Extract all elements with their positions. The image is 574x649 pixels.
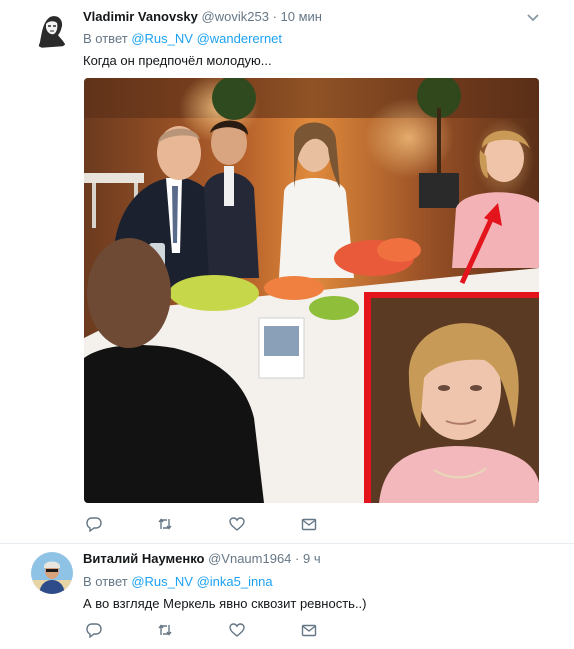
timestamp[interactable]: 10 мин — [281, 9, 322, 24]
reply-icon[interactable] — [86, 516, 102, 532]
reply-context: В ответ @Rus_NV @wanderernet — [83, 31, 282, 46]
reply-prefix: В ответ — [83, 31, 128, 46]
portrait-sketch-avatar-icon — [30, 8, 72, 50]
tweet-header: Виталий Науменко @Vnaum1964 · 9 ч — [83, 551, 321, 566]
separator: · — [295, 551, 300, 566]
separator: · — [272, 9, 277, 24]
photo-avatar-icon — [31, 552, 73, 594]
tweet-2: Виталий Науменко @Vnaum1964 · 9 ч В отве… — [0, 543, 574, 649]
user-handle[interactable]: @wovik253 — [202, 9, 269, 24]
tweet-text: А во взгляде Меркель явно сквозит ревнос… — [83, 596, 367, 611]
reply-icon[interactable] — [86, 622, 102, 638]
mention-link[interactable]: @inka5_inna — [197, 574, 273, 589]
tweet-1: Vladimir Vanovsky @wovik253 · 10 мин В о… — [0, 0, 574, 544]
reply-context: В ответ @Rus_NV @inka5_inna — [83, 574, 273, 589]
like-icon[interactable] — [229, 516, 245, 532]
mention-link[interactable]: @Rus_NV — [131, 31, 193, 46]
avatar[interactable] — [30, 8, 72, 50]
tweet-photo[interactable] — [84, 78, 539, 503]
retweet-icon[interactable] — [157, 622, 173, 638]
tweet-text: Когда он предпочёл молодую... — [83, 53, 272, 68]
message-icon[interactable] — [301, 622, 317, 638]
message-icon[interactable] — [301, 516, 317, 532]
like-icon[interactable] — [229, 622, 245, 638]
chevron-down-icon[interactable] — [526, 10, 540, 22]
mention-link[interactable]: @wanderernet — [197, 31, 282, 46]
display-name[interactable]: Виталий Науменко — [83, 551, 204, 566]
display-name[interactable]: Vladimir Vanovsky — [83, 9, 198, 24]
avatar[interactable] — [31, 552, 73, 594]
retweet-icon[interactable] — [157, 516, 173, 532]
user-handle[interactable]: @Vnaum1964 — [208, 551, 291, 566]
dinner-photo-image — [84, 78, 539, 503]
reply-prefix: В ответ — [83, 574, 128, 589]
mention-link[interactable]: @Rus_NV — [131, 574, 193, 589]
tweet-header: Vladimir Vanovsky @wovik253 · 10 мин — [83, 9, 322, 24]
timestamp[interactable]: 9 ч — [303, 551, 321, 566]
